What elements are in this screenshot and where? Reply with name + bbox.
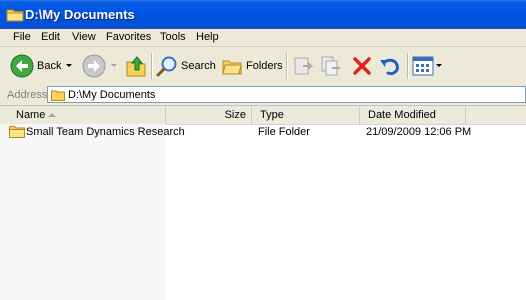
item-name: Small Team Dynamics Research: [26, 126, 185, 138]
window-title: D:\My Documents: [25, 7, 135, 22]
toolbar: Back Search Folders: [0, 47, 526, 86]
copy-to-icon[interactable]: [320, 53, 342, 79]
undo-icon[interactable]: [378, 53, 402, 79]
address-label: Address: [7, 89, 48, 101]
column-header-label: Name: [16, 109, 46, 121]
back-button[interactable]: Back: [10, 53, 74, 79]
move-to-icon[interactable]: [293, 53, 315, 79]
search-button[interactable]: Search: [156, 53, 216, 79]
item-type: File Folder: [258, 126, 310, 138]
menu-help[interactable]: Help: [196, 31, 219, 43]
up-icon[interactable]: [124, 53, 148, 79]
list-header: Name Size Type Date Modified: [0, 106, 526, 125]
menu-tools[interactable]: Tools: [160, 31, 186, 43]
back-label: Back: [37, 60, 62, 72]
folders-button[interactable]: Folders: [221, 53, 283, 79]
column-header-type[interactable]: Type: [252, 106, 360, 124]
column-header-label: Date Modified: [368, 109, 436, 121]
folder-icon: [6, 9, 24, 22]
list-item[interactable]: Small Team Dynamics Research File Folder…: [0, 124, 526, 140]
toolbar-separator: [407, 53, 409, 79]
search-label: Search: [181, 60, 216, 72]
toolbar-separator: [151, 53, 153, 79]
views-button[interactable]: [412, 53, 442, 79]
menu-file[interactable]: File: [13, 31, 31, 43]
menu-edit[interactable]: Edit: [41, 31, 60, 43]
chevron-down-icon[interactable]: [66, 64, 72, 67]
chevron-down-icon[interactable]: [436, 64, 442, 67]
column-header-date-modified[interactable]: Date Modified: [360, 106, 466, 124]
chevron-down-icon[interactable]: [111, 64, 117, 67]
sorted-column-background: [0, 124, 166, 300]
title-bar: D:\My Documents: [0, 0, 526, 29]
menu-view[interactable]: View: [72, 31, 96, 43]
column-header-name[interactable]: Name: [0, 106, 166, 124]
menu-favorites[interactable]: Favorites: [106, 31, 151, 43]
views-icon: [412, 56, 434, 76]
back-icon: [10, 54, 34, 78]
item-date-modified: 21/09/2009 12:06 PM: [366, 126, 472, 138]
menu-bar: File Edit View Favorites Tools Help: [0, 29, 526, 47]
column-header-label: Type: [260, 109, 284, 121]
column-header-size[interactable]: Size: [166, 106, 252, 124]
folders-icon: [222, 60, 242, 75]
search-icon: [156, 56, 177, 77]
address-path: D:\My Documents: [68, 89, 156, 101]
forward-button[interactable]: [80, 53, 120, 79]
folder-icon: [51, 90, 65, 101]
sort-ascending-icon: [48, 113, 56, 117]
forward-icon: [82, 54, 106, 78]
column-header-label: Size: [224, 109, 246, 121]
folders-label: Folders: [246, 60, 283, 72]
toolbar-separator: [286, 53, 288, 79]
address-bar: Address D:\My Documents: [0, 85, 526, 106]
address-field[interactable]: D:\My Documents: [47, 86, 526, 103]
delete-icon[interactable]: [351, 53, 373, 79]
folder-icon: [9, 126, 25, 138]
